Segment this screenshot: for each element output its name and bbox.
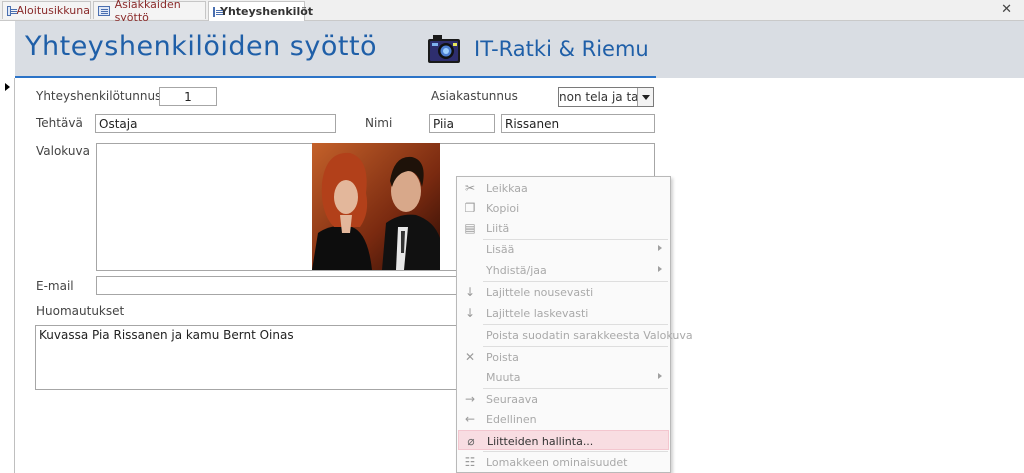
menu-item-label: Edellinen [486, 413, 537, 426]
customer-id-combo[interactable]: non tela ja tasa [558, 87, 654, 107]
notes-label: Huomautukset [36, 304, 125, 318]
paperclip-icon: ⌀ [467, 434, 475, 448]
menu-item-label: Leikkaa [486, 182, 528, 195]
page-title: Yhteyshenkilöiden syöttö [25, 31, 378, 62]
tab-yhteyshenkilot[interactable]: Yhteyshenkilöt [208, 1, 313, 21]
arrow-left-icon: ← [464, 412, 476, 426]
customer-id-value: non tela ja tasa [559, 90, 637, 104]
menu-item-label: Muuta [486, 371, 521, 384]
first-name-field[interactable]: Piia [429, 114, 495, 133]
menu-item-label: Yhdistä/jaa [486, 264, 547, 277]
properties-icon: ☷ [464, 455, 476, 469]
last-name-field[interactable]: Rissanen [501, 114, 655, 133]
menu-item-label: Liitä [486, 222, 510, 235]
copy-icon: ❐ [464, 201, 476, 215]
menu-item-label: Kopioi [486, 202, 520, 215]
menu-item-form-properties[interactable]: ☷ Lomakkeen ominaisuudet [458, 452, 669, 472]
tab-aloitusikkuna[interactable]: Aloitusikkuna [2, 1, 91, 19]
menu-item-label: Lisää [486, 243, 515, 256]
menu-item-next[interactable]: → Seuraava [458, 389, 669, 409]
menu-item-copy[interactable]: ❐ Kopioi [458, 198, 669, 218]
menu-item-delete[interactable]: ✕ Poista [458, 347, 669, 367]
tab-asiakkaiden-syotto[interactable]: Asiakkaiden syöttö [93, 0, 206, 24]
menu-item-change[interactable]: Muuta [458, 367, 669, 387]
customer-id-label: Asiakastunnus [431, 89, 518, 103]
dropdown-arrow-icon[interactable] [637, 88, 653, 106]
close-icon[interactable]: ✕ [1001, 2, 1012, 17]
menu-item-remove-filter[interactable]: Poista suodatin sarakkeesta Valokuva [458, 325, 693, 345]
role-label: Tehtävä [36, 116, 83, 130]
menu-item-insert[interactable]: Lisää [458, 239, 669, 259]
menu-item-cut[interactable]: ✂ Leikkaa [458, 178, 669, 198]
form-icon [7, 5, 19, 16]
menu-item-manage-attachments[interactable]: ⌀ Liitteiden hallinta... [458, 430, 669, 450]
scissors-icon: ✂ [464, 181, 476, 195]
menu-item-label: Lajittele laskevasti [486, 307, 589, 320]
header-divider [15, 76, 656, 78]
menu-item-label: Lomakkeen ominaisuudet [486, 456, 628, 469]
menu-item-merge-split[interactable]: Yhdistä/jaa [458, 260, 669, 280]
menu-item-sort-descending[interactable]: ↓ Lajittele laskevasti [458, 303, 669, 323]
form-header: Yhteyshenkilöiden syöttö IT-Ratki & Riem… [15, 21, 1024, 78]
tab-label: Yhteyshenkilöt [220, 5, 314, 18]
menu-item-previous[interactable]: ← Edellinen [458, 409, 669, 429]
menu-item-label: Lajittele nousevasti [486, 286, 594, 299]
menu-item-sort-ascending[interactable]: ↓ Lajittele nousevasti [458, 282, 669, 302]
menu-item-label: Seuraava [486, 393, 538, 406]
menu-item-label: Liitteiden hallinta... [487, 435, 594, 448]
company-brand: IT-Ratki & Riemu [474, 37, 649, 61]
form-icon [98, 5, 110, 16]
submenu-arrow-icon [658, 373, 662, 379]
menu-item-paste[interactable]: ▤ Liitä [458, 218, 669, 238]
menu-item-label: Poista [486, 351, 519, 364]
id-label: Yhteyshenkilötunnus [36, 89, 162, 103]
menu-item-label: Poista suodatin sarakkeesta Valokuva [486, 329, 693, 342]
form-icon [213, 6, 223, 17]
tab-label: Asiakkaiden syöttö [114, 0, 181, 24]
sort-descending-icon: ↓ [464, 306, 476, 320]
sort-ascending-icon: ↓ [464, 285, 476, 299]
role-field[interactable]: Ostaja [95, 114, 336, 133]
photo-label: Valokuva [36, 144, 90, 158]
id-field[interactable]: 1 [159, 87, 217, 106]
email-label: E-mail [36, 279, 74, 293]
submenu-arrow-icon [658, 266, 662, 272]
document-tab-bar: Aloitusikkuna Asiakkaiden syöttö Yhteysh… [0, 0, 1024, 24]
arrow-right-icon: → [464, 392, 476, 406]
tab-label: Aloitusikkuna [16, 4, 90, 17]
context-menu: ✂ Leikkaa ❐ Kopioi ▤ Liitä Lisää Yhdistä… [456, 176, 693, 473]
record-selector[interactable] [0, 78, 15, 473]
submenu-arrow-icon [658, 245, 662, 251]
delete-icon: ✕ [464, 350, 476, 364]
current-record-arrow-icon [5, 83, 10, 91]
contact-photo[interactable] [312, 143, 440, 270]
paste-icon: ▤ [464, 221, 476, 235]
name-label: Nimi [365, 116, 393, 130]
camera-logo-icon [428, 35, 460, 63]
